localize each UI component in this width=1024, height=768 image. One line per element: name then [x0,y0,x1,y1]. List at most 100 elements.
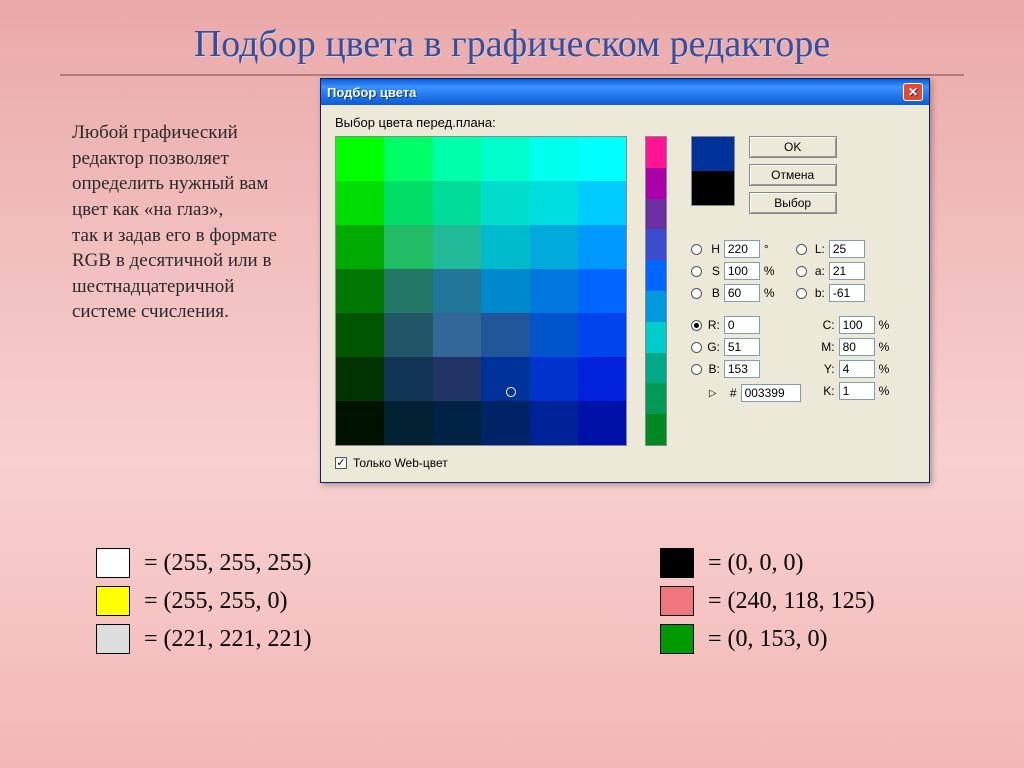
palette-cell[interactable] [530,225,578,269]
hue-cell[interactable] [646,353,665,384]
palette-cell[interactable] [578,181,626,225]
radio-b-lab[interactable] [796,288,807,299]
palette-cell[interactable] [578,269,626,313]
input-c[interactable] [839,316,875,334]
palette-cell[interactable] [578,357,626,401]
swatch-row: = (0, 153, 0) [660,624,875,654]
palette-cell[interactable] [481,225,529,269]
input-s[interactable] [724,262,760,280]
palette-cell[interactable] [530,401,578,445]
swatch-row: = (240, 118, 125) [660,586,875,616]
radio-g[interactable] [691,342,702,353]
web-only-checkbox[interactable] [335,457,347,469]
hue-cell[interactable] [646,199,665,230]
titlebar: Подбор цвета ✕ [321,79,929,105]
hue-cell[interactable] [646,260,665,291]
swatch-color [96,586,130,616]
radio-h[interactable] [691,244,702,255]
choose-button[interactable]: Выбор [749,192,837,214]
ok-button[interactable]: OK [749,136,837,158]
palette-cell[interactable] [384,269,432,313]
cancel-button[interactable]: Отмена [749,164,837,186]
label-c: C: [821,318,835,332]
input-a[interactable] [829,262,865,280]
hue-cell[interactable] [646,414,665,445]
palette-cell[interactable] [433,181,481,225]
palette-cell[interactable] [530,137,578,181]
input-y[interactable] [839,360,875,378]
palette-cell[interactable] [530,357,578,401]
close-button[interactable]: ✕ [903,83,923,101]
input-r[interactable] [724,316,760,334]
palette-cell[interactable] [481,269,529,313]
input-g[interactable] [724,338,760,356]
palette-cell[interactable] [530,313,578,357]
input-hex[interactable] [741,384,801,402]
swatch-color [660,548,694,578]
palette-cell[interactable] [481,181,529,225]
palette-cell[interactable] [384,357,432,401]
hue-cell[interactable] [646,137,665,168]
label-b-hsb: B [706,286,720,300]
palette-cell[interactable] [384,225,432,269]
palette-cell[interactable] [384,137,432,181]
palette-cell[interactable] [433,357,481,401]
palette-cell[interactable] [336,313,384,357]
swatch-label: = (221, 221, 221) [144,626,312,653]
palette-cell[interactable] [336,181,384,225]
palette-cell[interactable] [530,181,578,225]
palette-cell[interactable] [481,313,529,357]
palette-cell[interactable] [578,401,626,445]
palette-cell[interactable] [336,269,384,313]
radio-r[interactable] [691,320,702,331]
palette-cell[interactable] [578,313,626,357]
palette-cell[interactable] [336,401,384,445]
radio-a[interactable] [796,266,807,277]
palette-cell[interactable] [481,357,529,401]
palette-cell[interactable] [336,137,384,181]
input-b-hsb[interactable] [724,284,760,302]
selection-ring-icon [506,387,516,397]
hue-cell[interactable] [646,229,665,260]
hue-cell[interactable] [646,168,665,199]
palette-cell[interactable] [433,269,481,313]
input-h[interactable] [724,240,760,258]
label-l: L: [811,242,825,256]
palette-cell[interactable] [578,137,626,181]
web-only-label: Только Web-цвет [353,456,448,470]
swatch-label: = (255, 255, 0) [144,588,288,615]
hue-cell[interactable] [646,322,665,353]
radio-l[interactable] [796,244,807,255]
color-palette[interactable] [335,136,627,446]
palette-cell[interactable] [433,313,481,357]
palette-cell[interactable] [481,137,529,181]
radio-b[interactable] [691,288,702,299]
label-g: G: [706,340,720,354]
palette-cell[interactable] [336,225,384,269]
dialog-title: Подбор цвета [327,85,416,100]
label-a: a: [811,264,825,278]
palette-cell[interactable] [384,181,432,225]
palette-cell[interactable] [481,401,529,445]
palette-cell[interactable] [384,401,432,445]
input-b-rgb[interactable] [724,360,760,378]
palette-cell[interactable] [384,313,432,357]
input-l[interactable] [829,240,865,258]
hue-cell[interactable] [646,383,665,414]
input-b-lab[interactable] [829,284,865,302]
palette-cell[interactable] [433,137,481,181]
palette-cell[interactable] [433,225,481,269]
palette-cell[interactable] [336,357,384,401]
palette-cell[interactable] [530,269,578,313]
label-b-rgb: B: [706,362,720,376]
hue-cell[interactable] [646,291,665,322]
radio-b-rgb[interactable] [691,364,702,375]
input-m[interactable] [839,338,875,356]
palette-cell[interactable] [578,225,626,269]
hue-strip[interactable] [645,136,666,446]
input-k[interactable] [839,382,875,400]
swatch-color [660,624,694,654]
palette-cell[interactable] [433,401,481,445]
swatch-label: = (0, 153, 0) [708,626,828,653]
radio-s[interactable] [691,266,702,277]
